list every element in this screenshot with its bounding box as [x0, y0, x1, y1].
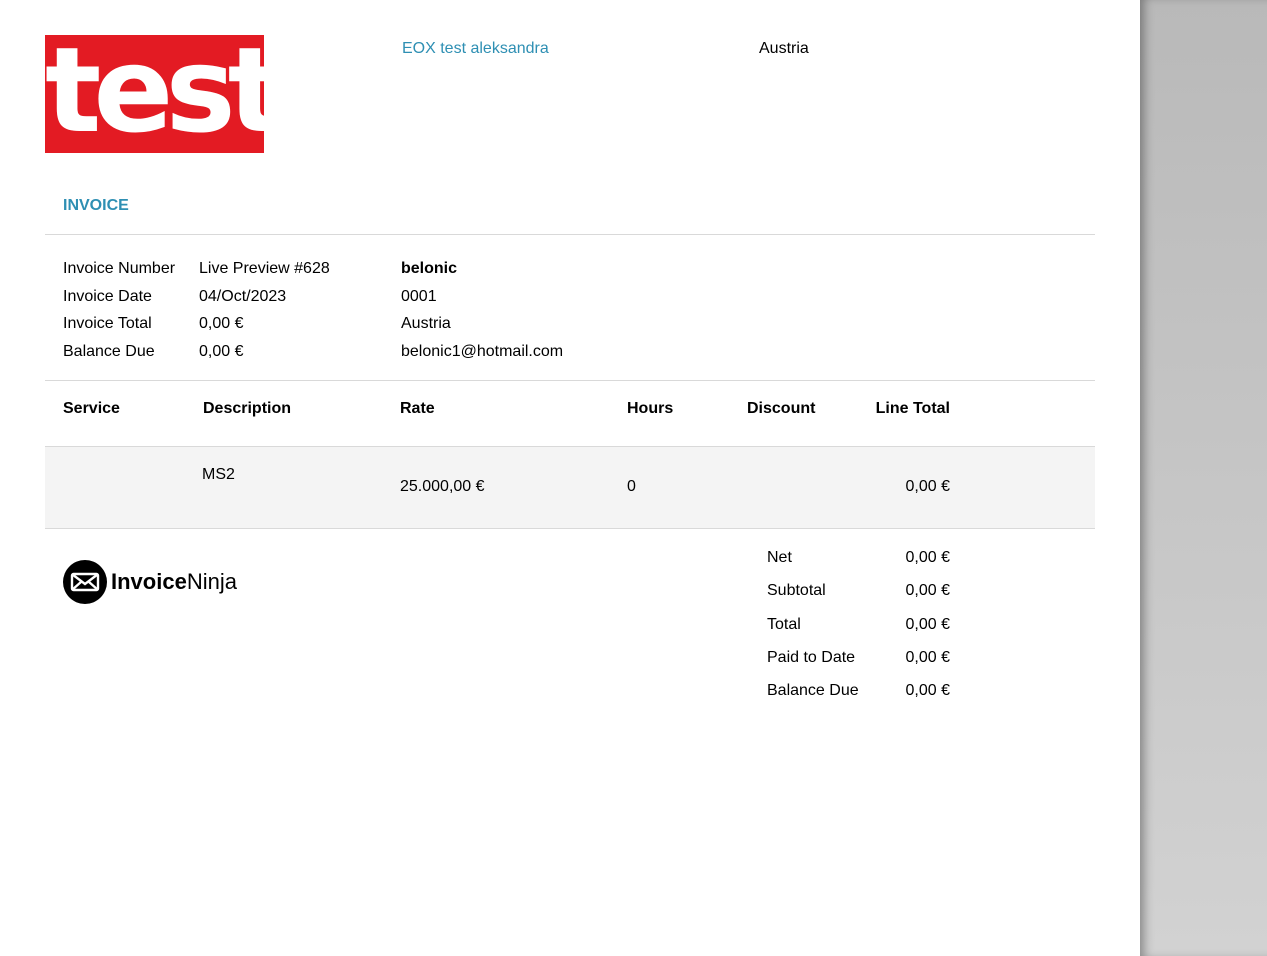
detail-row: Invoice Total 0,00 €	[63, 310, 330, 338]
ninja-wordmark: InvoiceNinja	[111, 569, 237, 595]
detail-label: Invoice Total	[63, 315, 152, 333]
company-country: Austria	[759, 40, 809, 57]
ninja-wordmark-bold: Invoice	[111, 569, 187, 594]
detail-label: Balance Due	[63, 343, 155, 361]
document-title: INVOICE	[63, 197, 129, 214]
client-country: Austria	[401, 315, 451, 333]
row-hours: 0	[627, 478, 636, 495]
divider	[45, 234, 1095, 235]
divider	[45, 528, 1095, 529]
totals-value-total: 0,00 €	[905, 616, 950, 633]
totals-label-net: Net	[767, 549, 792, 566]
preview-background	[1140, 0, 1267, 956]
totals-value-paid-to-date: 0,00 €	[905, 649, 950, 666]
company-logo: test	[45, 35, 264, 153]
detail-value: 04/Oct/2023	[199, 287, 287, 305]
totals-label-subtotal: Subtotal	[767, 582, 826, 599]
ninja-wordmark-light: Ninja	[186, 569, 237, 594]
invoice-details: Invoice Number Live Preview #628 Invoice…	[63, 255, 330, 366]
detail-value: Live Preview #628	[199, 260, 330, 277]
client-number: 0001	[401, 287, 437, 305]
ninja-icon	[63, 560, 107, 604]
client-email: belonic1@hotmail.com	[401, 343, 564, 361]
invoice-page: test EOX test aleksandra Austria INVOICE…	[0, 0, 1140, 956]
header-line-total: Line Total	[875, 400, 950, 417]
detail-row: Balance Due 0,00 €	[63, 338, 330, 366]
row-line-total: 0,00 €	[905, 478, 950, 495]
totals-label-total: Total	[767, 616, 801, 633]
header-service: Service	[63, 400, 120, 417]
totals-label-balance-due: Balance Due	[767, 682, 859, 699]
divider	[45, 380, 1095, 381]
company-name: EOX test aleksandra	[402, 40, 549, 57]
detail-value: 0,00 €	[199, 315, 244, 333]
detail-value: 0,00 €	[199, 343, 244, 361]
client-name: belonic	[401, 260, 458, 277]
header-description: Description	[203, 400, 292, 417]
detail-label: Invoice Number	[63, 260, 176, 277]
row-rate: 25.000,00 €	[400, 478, 485, 495]
detail-label: Invoice Date	[63, 287, 152, 305]
client-details: belonic 0001 Austria belonic1@hotmail.co…	[401, 255, 563, 366]
header-rate: Rate	[400, 400, 435, 417]
header-hours: Hours	[627, 400, 674, 417]
totals-value-balance-due: 0,00 €	[905, 682, 950, 699]
header-discount: Discount	[747, 400, 816, 417]
row-description: MS2	[202, 466, 235, 483]
company-logo-text: test	[45, 35, 264, 153]
totals-value-subtotal: 0,00 €	[905, 582, 950, 599]
detail-row: Invoice Date 04/Oct/2023	[63, 283, 330, 311]
totals-label-paid-to-date: Paid to Date	[767, 649, 856, 666]
totals-value-net: 0,00 €	[905, 549, 950, 566]
invoice-ninja-logo: InvoiceNinja	[63, 559, 237, 605]
detail-row: Invoice Number Live Preview #628	[63, 255, 330, 283]
